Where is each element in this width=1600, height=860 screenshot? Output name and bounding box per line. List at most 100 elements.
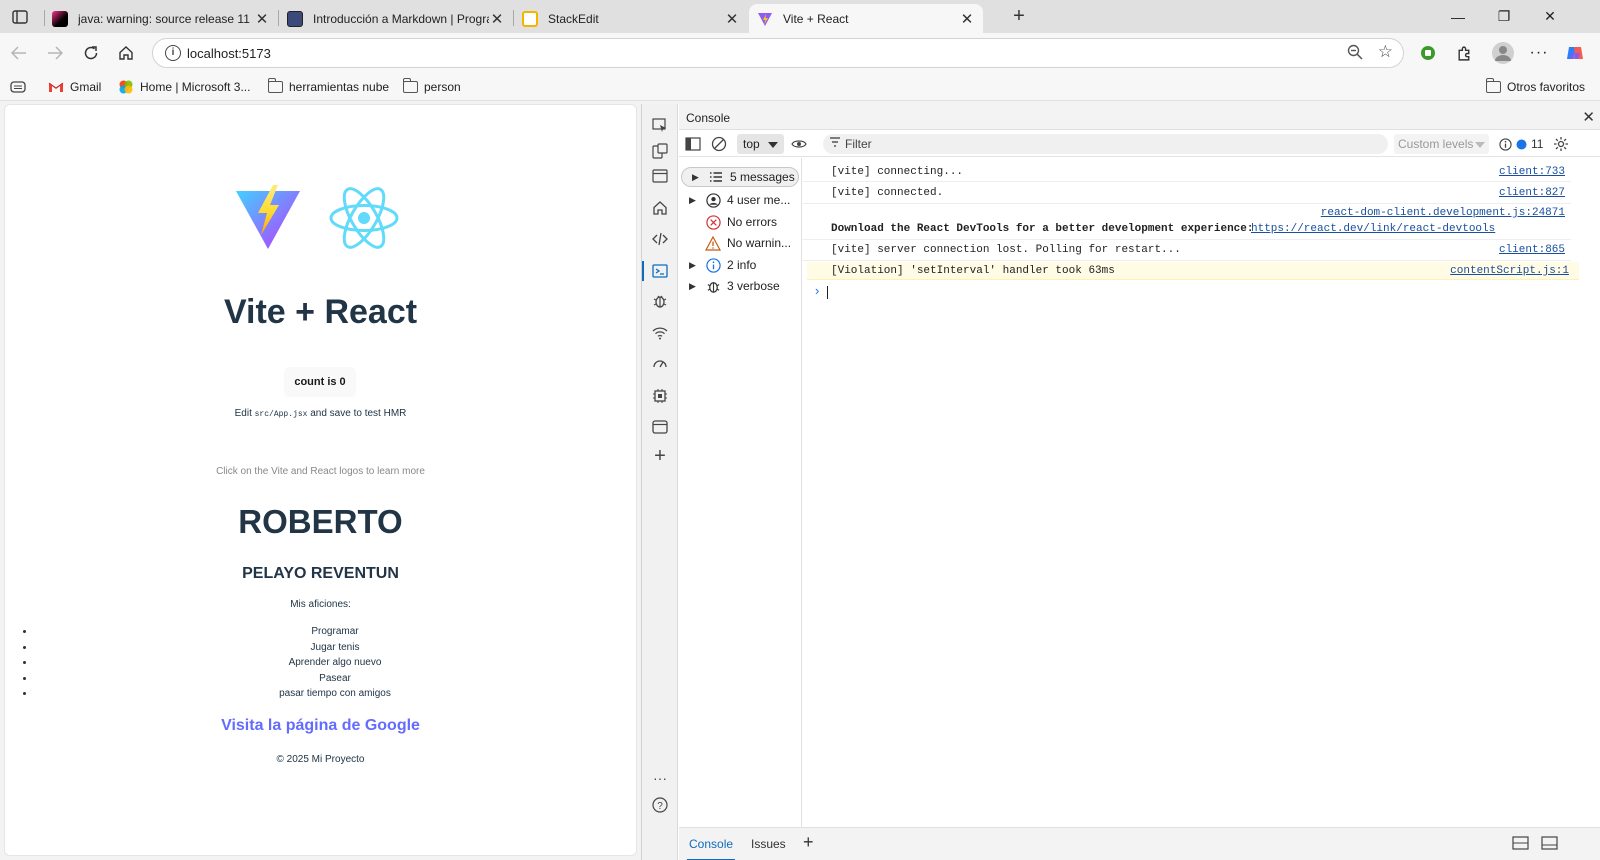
message-link[interactable]: https://react.dev/link/react-devtools: [1251, 223, 1495, 235]
close-icon[interactable]: ✕: [254, 10, 270, 28]
issues-count: 11: [1531, 137, 1544, 151]
expand-triangle-icon: ▶: [689, 194, 696, 205]
console-sidebar: ▶ 5 messages ▶ 4 user me... No errors No…: [679, 158, 802, 827]
message-source-link[interactable]: client:865: [1499, 244, 1565, 256]
extensions-puzzle-icon[interactable]: [1451, 40, 1477, 66]
new-tab-button[interactable]: +: [1006, 5, 1032, 29]
back-button[interactable]: [6, 40, 32, 66]
site-info-icon[interactable]: i: [165, 45, 181, 61]
close-icon[interactable]: ✕: [489, 10, 505, 28]
tab-bar: java: warning: source release 11 re ✕ In…: [0, 0, 1600, 33]
close-devtools-icon[interactable]: ✕: [1582, 108, 1595, 126]
bookmark-gmail[interactable]: Gmail: [48, 78, 101, 96]
clear-console-icon[interactable]: [711, 135, 727, 153]
issues-counter[interactable]: 11: [1499, 135, 1569, 153]
filter-input[interactable]: Filter: [823, 134, 1388, 154]
filter-placeholder: Filter: [845, 137, 872, 151]
sidebar-item-user-messages[interactable]: ▶ 4 user me...: [679, 190, 801, 210]
tab-stackedit[interactable]: StackEdit ✕: [514, 4, 748, 33]
profile-avatar[interactable]: [1490, 40, 1516, 66]
help-icon[interactable]: ?: [650, 795, 670, 815]
other-favorites[interactable]: Otros favoritos: [1486, 78, 1585, 96]
edit-suffix: and save to test HMR: [310, 408, 407, 419]
network-wifi-icon[interactable]: [650, 323, 670, 343]
list-item: Pasear: [35, 671, 635, 687]
google-link[interactable]: Visita la página de Google: [5, 717, 636, 735]
tab-vite-react[interactable]: Vite + React ✕: [749, 4, 983, 33]
react-logo-icon[interactable]: [328, 183, 400, 256]
undock-drawer-icon[interactable]: [1541, 836, 1558, 856]
close-window-button[interactable]: ✕: [1527, 0, 1573, 33]
log-levels-select[interactable]: Custom levels: [1394, 134, 1489, 154]
reload-button[interactable]: [78, 40, 104, 66]
dock-drawer-icon[interactable]: [1512, 836, 1529, 856]
name-heading: ROBERTO: [238, 503, 403, 540]
error-icon: [705, 214, 721, 230]
performance-icon[interactable]: [650, 354, 670, 374]
elements-icon[interactable]: [650, 229, 670, 249]
minimize-button[interactable]: —: [1435, 0, 1481, 33]
bookmarks-bar: Gmail Home | Microsoft 3... herramientas…: [0, 73, 1600, 101]
sources-bug-icon[interactable]: [650, 291, 670, 311]
url-text[interactable]: localhost:5173: [187, 46, 271, 61]
console-output: [vite] connecting... client:733 [vite] c…: [803, 158, 1600, 827]
console-input[interactable]: [827, 286, 828, 299]
sidebar-item-errors[interactable]: No errors: [679, 212, 801, 232]
add-drawer-tab-icon[interactable]: +: [803, 832, 814, 852]
device-emulation-icon[interactable]: [650, 141, 670, 161]
panel-title: Console: [686, 111, 731, 125]
extension-green-icon[interactable]: [1415, 40, 1441, 66]
home-button[interactable]: [113, 40, 139, 66]
count-button[interactable]: count is 0: [284, 367, 356, 397]
application-icon[interactable]: [650, 417, 670, 437]
sidebar-item-info[interactable]: ▶ 2 info: [679, 255, 801, 275]
vite-logo-icon[interactable]: [233, 183, 303, 256]
reading-list-icon[interactable]: [10, 78, 26, 96]
console-message: [vite] connected. client:827: [803, 182, 1571, 204]
list-item: pasar tiempo con amigos: [35, 686, 635, 702]
more-tools-icon[interactable]: ···: [650, 768, 670, 788]
sidebar-item-warnings[interactable]: No warnin...: [679, 233, 801, 253]
more-options-icon[interactable]: ···: [1526, 40, 1552, 66]
settings-gear-icon[interactable]: [1553, 136, 1569, 152]
live-expression-eye-icon[interactable]: [791, 135, 807, 153]
bookmark-folder-person[interactable]: person: [403, 78, 461, 96]
message-source-link[interactable]: contentScript.js:1: [1450, 265, 1569, 277]
toggle-sidebar-icon[interactable]: [685, 135, 701, 153]
tab-markdown[interactable]: Introducción a Markdown | Progra ✕: [279, 4, 513, 33]
inspect-element-icon[interactable]: [650, 116, 670, 136]
tab-java-warning[interactable]: java: warning: source release 11 re ✕: [44, 4, 278, 33]
add-tool-icon[interactable]: +: [650, 445, 670, 467]
tab-title: java: warning: source release 11 re: [78, 11, 254, 26]
zoom-icon[interactable]: [1347, 44, 1363, 63]
sidebar-item-label: 5 messages: [730, 170, 795, 184]
sidebar-item-messages[interactable]: ▶ 5 messages: [681, 167, 799, 187]
bookmark-folder-herramientas[interactable]: herramientas nube: [268, 78, 389, 96]
tab-actions-icon[interactable]: [8, 6, 32, 28]
copilot-icon[interactable]: [1562, 40, 1588, 66]
close-icon[interactable]: ✕: [959, 10, 975, 28]
edit-prefix: Edit: [234, 408, 252, 419]
issues-badge-icon: [1516, 139, 1527, 150]
sidebar-item-verbose[interactable]: ▶ 3 verbose: [679, 276, 801, 296]
console-icon[interactable]: [642, 261, 670, 281]
bookmark-microsoft-home[interactable]: Home | Microsoft 3...: [118, 78, 250, 96]
forward-button[interactable]: [42, 40, 68, 66]
home-icon[interactable]: [650, 198, 670, 218]
surname-heading: PELAYO REVENTUN: [242, 565, 399, 582]
memory-chip-icon[interactable]: [650, 386, 670, 406]
devtools-drawer-tabs: Console Issues +: [679, 827, 1600, 860]
restore-button[interactable]: ❐: [1481, 0, 1527, 33]
message-source-link[interactable]: react-dom-client.development.js:24871: [1321, 207, 1565, 219]
favorite-star-icon[interactable]: ☆: [1378, 42, 1393, 62]
message-source-link[interactable]: client:733: [1499, 166, 1565, 178]
tab-issues[interactable]: Issues: [751, 837, 786, 857]
console-prompt-icon: ›: [815, 283, 820, 298]
message-source-link[interactable]: client:827: [1499, 187, 1565, 199]
message-text: [vite] connecting...: [831, 166, 964, 178]
welcome-icon[interactable]: [650, 166, 670, 186]
address-bar[interactable]: i localhost:5173 ☆: [152, 38, 1404, 68]
context-select[interactable]: top: [737, 134, 784, 154]
tab-console[interactable]: Console: [686, 837, 736, 860]
close-icon[interactable]: ✕: [724, 10, 740, 28]
